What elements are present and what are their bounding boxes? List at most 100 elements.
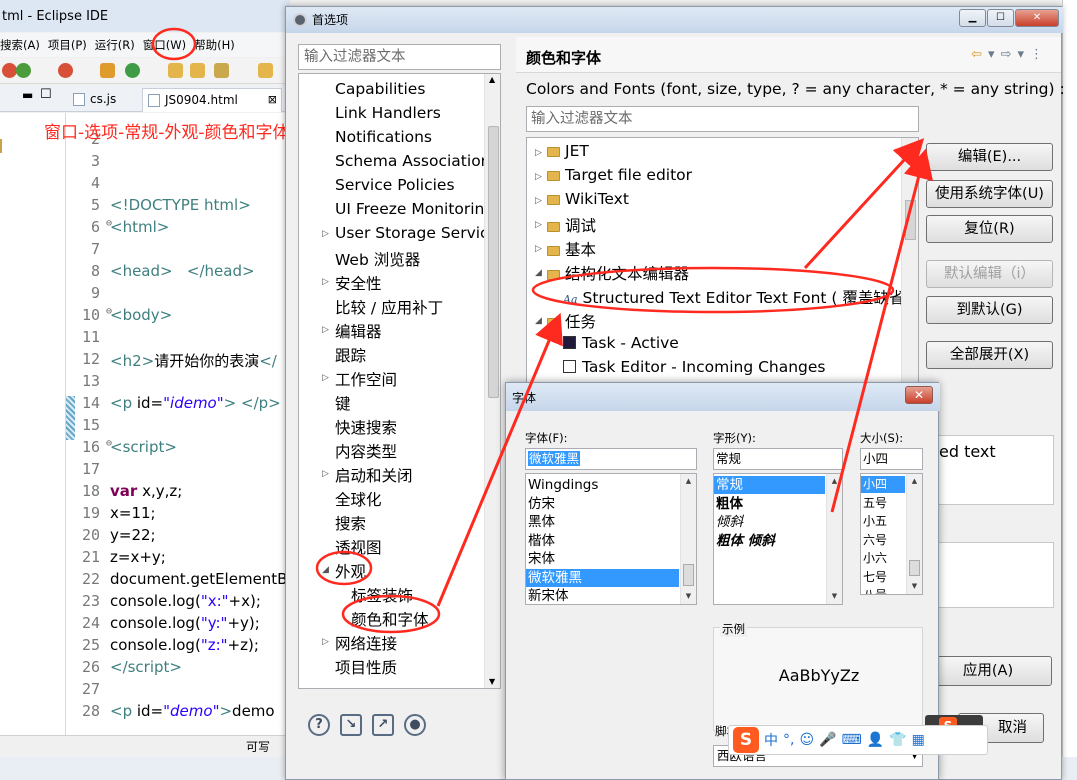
tree-item[interactable]: 快速搜索	[335, 416, 397, 438]
collapsed-arrow-icon[interactable]: ▷	[535, 172, 542, 182]
tree-item[interactable]: 编辑器	[335, 320, 382, 342]
refresh-icon[interactable]	[125, 63, 140, 78]
keyboard-icon[interactable]: ⌨	[842, 732, 862, 748]
list-option[interactable]: 五号	[861, 495, 905, 512]
scroll-thumb[interactable]	[683, 564, 694, 586]
cf-tree-item[interactable]: 任务	[547, 310, 596, 332]
list-option[interactable]: 新宋体	[526, 587, 679, 604]
emoji-icon[interactable]: ☺	[799, 732, 814, 748]
tree-item[interactable]: Notifications	[335, 128, 432, 146]
close-button[interactable]: ✕	[1015, 9, 1059, 27]
collapsed-arrow-icon[interactable]: ▷	[322, 277, 329, 287]
list-option[interactable]: 小五	[861, 513, 905, 530]
close-tab-icon[interactable]: ⊠	[268, 89, 277, 111]
size-list-scrollbar[interactable]: ▲ ▼	[906, 474, 922, 594]
back-menu-icon[interactable]: ▾	[988, 47, 1001, 62]
tree-item[interactable]: 安全性	[335, 272, 382, 294]
tree-item[interactable]: Service Policies	[335, 176, 455, 194]
list-option[interactable]: 常规	[714, 476, 825, 494]
back-icon[interactable]: ⇦	[971, 47, 988, 62]
list-option[interactable]: 七号	[861, 569, 905, 586]
scroll-down-icon[interactable]: ▼	[827, 589, 842, 604]
scroll-down-icon[interactable]: ▼	[907, 579, 922, 594]
menu-project[interactable]: 项目(P)	[48, 33, 95, 57]
menu-run[interactable]: 运行(R)	[95, 33, 143, 57]
apps-icon[interactable]: ▦	[912, 732, 925, 748]
debug-icon[interactable]	[58, 63, 73, 78]
size-list[interactable]: 小四五号 小五六号 小六七号 八号 ▲ ▼	[860, 473, 923, 595]
collapsed-arrow-icon[interactable]: ▷	[322, 373, 329, 383]
list-option[interactable]: 楷体	[526, 532, 679, 550]
collapsed-arrow-icon[interactable]: ▷	[322, 229, 329, 239]
edit-default-button[interactable]: 默认编辑（i）	[926, 260, 1053, 288]
font-style-input[interactable]: 常规	[713, 448, 843, 470]
new-wizard-icon[interactable]	[16, 63, 31, 78]
font-list[interactable]: Wingdings 仿宋 黑体 楷体 宋体 微软雅黑 新宋体 ▲ ▼	[525, 473, 697, 605]
scroll-up-icon[interactable]: ▲	[827, 474, 842, 489]
cf-tree-item[interactable]: 调试	[547, 214, 596, 236]
list-option[interactable]: 八号	[861, 587, 905, 594]
apply-button[interactable]: 应用(A)	[924, 656, 1052, 686]
import-icon[interactable]: ↘	[340, 714, 362, 736]
list-option[interactable]: 倾斜	[714, 513, 825, 531]
skin-icon[interactable]: 👕	[889, 732, 906, 748]
user-icon[interactable]: 👤	[867, 732, 884, 748]
list-option[interactable]: Wingdings	[526, 476, 679, 494]
expanded-arrow-icon[interactable]: ◢	[535, 316, 542, 326]
cf-tree-item[interactable]: WikiText	[547, 190, 629, 208]
list-option[interactable]: 粗体 倾斜	[714, 532, 825, 550]
pin-icon[interactable]	[258, 63, 273, 78]
scroll-up-icon[interactable]: ▲	[907, 474, 922, 489]
cf-tree-item[interactable]: Task - Active	[563, 334, 679, 352]
scroll-thumb[interactable]	[488, 126, 499, 398]
tree-item[interactable]: 外观	[335, 560, 366, 582]
font-list-scrollbar[interactable]: ▲ ▼	[680, 474, 696, 604]
list-option[interactable]: 小四	[861, 476, 905, 493]
tree-item[interactable]: 搜索	[335, 512, 366, 534]
scroll-up-icon[interactable]: ▲	[489, 75, 495, 84]
minimize-view-icon[interactable]: ▬	[22, 88, 33, 102]
tree-item[interactable]: Link Handlers	[335, 104, 441, 122]
font-dialog-close-button[interactable]: ✕	[905, 386, 933, 404]
tree-filter-input[interactable]: 输入过滤器文本	[298, 44, 501, 70]
tree-item[interactable]: UI Freeze Monitorin	[335, 200, 484, 218]
tree-item[interactable]: Web 浏览器	[335, 248, 420, 270]
cf-tree-item[interactable]: 基本	[547, 238, 596, 260]
tree-item[interactable]: 启动和关闭	[335, 464, 413, 486]
collapsed-arrow-icon[interactable]: ▷	[322, 325, 329, 335]
tree-item[interactable]: 跟踪	[335, 344, 366, 366]
menu-help[interactable]: 帮助(H)	[194, 33, 243, 57]
list-option[interactable]: 粗体	[714, 495, 825, 513]
minimize-button[interactable]: ▁	[959, 9, 986, 27]
collapsed-arrow-icon[interactable]: ▷	[535, 196, 542, 206]
more-icon[interactable]: ⋮	[1030, 47, 1049, 62]
stop-icon[interactable]	[2, 63, 17, 78]
menu-window[interactable]: 窗口(W)	[143, 33, 194, 57]
style-list[interactable]: 常规 粗体 倾斜 粗体 倾斜 ▲ ▼	[713, 473, 843, 605]
forward-menu-icon[interactable]: ▾	[1017, 47, 1030, 62]
style-list-scrollbar[interactable]: ▲ ▼	[826, 474, 842, 604]
list-option[interactable]: 微软雅黑	[526, 568, 679, 587]
forward-icon[interactable]: ⇨	[1001, 47, 1018, 62]
export-icon[interactable]: ↗	[372, 714, 394, 736]
scroll-down-icon[interactable]: ▼	[489, 677, 495, 686]
expand-all-button[interactable]: 全部展开(X)	[926, 341, 1053, 369]
collapsed-arrow-icon[interactable]: ▷	[535, 220, 542, 230]
reset-button[interactable]: 复位(R)	[926, 215, 1053, 243]
tree-item[interactable]: 比较 / 应用补丁	[335, 296, 443, 318]
collapsed-arrow-icon[interactable]: ▷	[322, 637, 329, 647]
tree-item[interactable]: 透视图	[335, 536, 382, 558]
scroll-down-icon[interactable]: ▼	[681, 589, 696, 604]
collapsed-arrow-icon[interactable]: ▷	[535, 148, 542, 158]
tree-item[interactable]: 标签装饰	[351, 584, 413, 606]
cf-tree-item[interactable]: Target file editor	[547, 166, 692, 184]
tree-item[interactable]: 全球化	[335, 488, 382, 510]
scroll-thumb[interactable]	[909, 560, 920, 576]
tree-item[interactable]: 项目性质	[335, 656, 397, 678]
scroll-thumb[interactable]	[905, 200, 916, 240]
list-option[interactable]: 仿宋	[526, 495, 679, 513]
cf-tree-item[interactable]: 结构化文本编辑器	[547, 262, 689, 284]
cf-tree-item[interactable]: Aa Structured Text Editor Text Font ( 覆盖缺…	[563, 286, 904, 308]
list-option[interactable]: 小六	[861, 550, 905, 567]
list-option[interactable]: 六号	[861, 532, 905, 549]
